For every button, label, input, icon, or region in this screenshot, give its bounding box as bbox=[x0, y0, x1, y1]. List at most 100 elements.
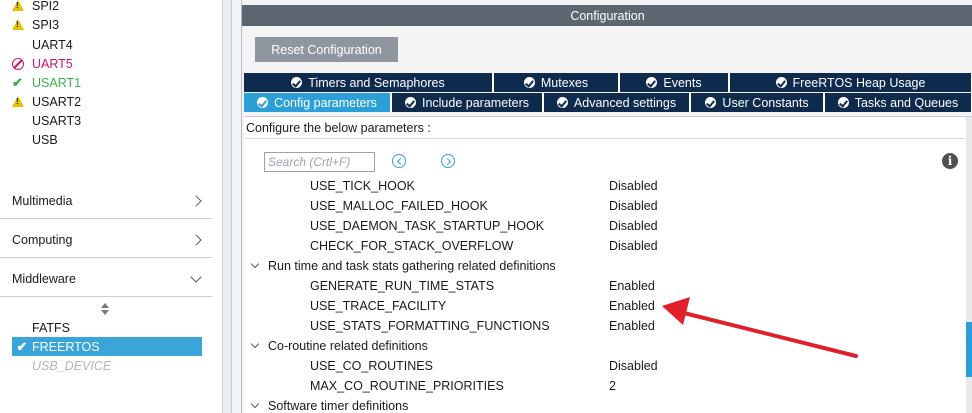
chevron-down-icon bbox=[190, 270, 202, 283]
parameter-name: USE_DAEMON_TASK_STARTUP_HOOK bbox=[310, 219, 545, 233]
info-icon[interactable]: i bbox=[942, 153, 958, 169]
reset-configuration-button[interactable]: Reset Configuration bbox=[255, 37, 398, 62]
peripheral-item[interactable]: SPI2 bbox=[0, 0, 212, 15]
tab-label: Include parameters bbox=[421, 95, 529, 110]
peripheral-item[interactable]: USART2 bbox=[0, 92, 212, 111]
chevron-down-icon[interactable] bbox=[250, 339, 260, 349]
peripheral-label: USART1 bbox=[32, 75, 82, 90]
tab-timers-and-semaphores[interactable]: Timers and Semaphores bbox=[244, 73, 494, 92]
status-icon bbox=[0, 0, 32, 11]
tab-freertos-heap-usage[interactable]: FreeRTOS Heap Usage bbox=[730, 73, 972, 92]
parameter-value[interactable]: Disabled bbox=[609, 239, 658, 253]
group-label: Co-routine related definitions bbox=[268, 339, 428, 353]
parameter-value[interactable]: Disabled bbox=[609, 179, 658, 193]
tab-events[interactable]: Events bbox=[620, 73, 730, 92]
peripheral-item[interactable]: ✔ USART1 bbox=[0, 73, 212, 92]
category-middleware[interactable]: Middleware bbox=[0, 261, 212, 297]
peripheral-label: USB bbox=[32, 132, 58, 147]
parameter-value[interactable]: Disabled bbox=[609, 219, 658, 233]
parameter-row[interactable]: USE_DAEMON_TASK_STARTUP_HOOK Disabled bbox=[244, 216, 966, 236]
peripheral-item[interactable]: USB bbox=[0, 130, 212, 149]
peripheral-item[interactable]: UART5 bbox=[0, 54, 212, 73]
parameter-row[interactable]: USE_TRACE_FACILITY Enabled bbox=[244, 296, 966, 316]
category-label: Computing bbox=[12, 232, 73, 247]
tab-tasks-and-queues[interactable]: Tasks and Queues bbox=[825, 93, 972, 112]
tab-label: Mutexes bbox=[540, 75, 589, 90]
peripheral-item[interactable]: UART4 bbox=[0, 35, 212, 54]
parameter-row[interactable]: USE_CO_ROUTINES Disabled bbox=[244, 356, 966, 376]
parameter-value[interactable]: Enabled bbox=[609, 279, 655, 293]
status-icon bbox=[0, 19, 32, 30]
middleware-label: USB_DEVICE bbox=[32, 358, 112, 373]
category-label: Middleware bbox=[12, 271, 76, 286]
tab-label: Timers and Semaphores bbox=[308, 75, 445, 90]
sort-icon[interactable] bbox=[100, 303, 110, 317]
left-panel: SPI2 SPI3 UART4 UART5 ✔ USART1 USART2 USART3 USB… bbox=[0, 0, 222, 413]
category-multimedia[interactable]: Multimedia bbox=[0, 183, 212, 219]
configuration-header: Configuration bbox=[242, 5, 972, 26]
warning-icon bbox=[12, 0, 24, 11]
check-circle-icon bbox=[705, 97, 717, 108]
check-circle-icon bbox=[646, 77, 658, 88]
group-row[interactable]: Co-routine related definitions bbox=[244, 336, 966, 356]
parameter-row[interactable]: USE_STATS_FORMATTING_FUNCTIONS Enabled bbox=[244, 316, 966, 336]
parameter-value[interactable]: Enabled bbox=[609, 299, 655, 313]
search-input[interactable] bbox=[264, 152, 375, 172]
group-label: Software timer definitions bbox=[268, 399, 409, 413]
search-next-icon[interactable] bbox=[441, 154, 455, 168]
tab-label: Events bbox=[663, 75, 702, 90]
parameter-value[interactable]: 2 bbox=[609, 379, 616, 393]
scrollbar-thumb[interactable] bbox=[966, 322, 972, 377]
tab-user-constants[interactable]: User Constants bbox=[691, 93, 825, 112]
chevron-right-icon bbox=[190, 233, 202, 246]
parameter-name: USE_TICK_HOOK bbox=[310, 179, 415, 193]
parameter-value[interactable]: Enabled bbox=[609, 319, 655, 333]
parameter-value[interactable]: Disabled bbox=[609, 359, 658, 373]
group-row[interactable]: Software timer definitions bbox=[244, 396, 966, 413]
configuration-panel: Configuration Reset Configuration Timers… bbox=[241, 0, 972, 413]
check-circle-icon bbox=[291, 77, 303, 88]
tab-label: User Constants bbox=[722, 95, 809, 110]
status-icon: ✔ bbox=[0, 76, 32, 89]
tab-config-parameters[interactable]: Config parameters bbox=[244, 93, 392, 112]
parameter-row[interactable]: USE_TICK_HOOK Disabled bbox=[244, 176, 966, 196]
tab-advanced-settings[interactable]: Advanced settings bbox=[544, 93, 691, 112]
parameter-row[interactable]: GENERATE_RUN_TIME_STATS Enabled bbox=[244, 276, 966, 296]
middleware-item: USB_DEVICE bbox=[12, 356, 202, 375]
warning-icon bbox=[12, 19, 24, 30]
tab-label: Tasks and Queues bbox=[854, 95, 959, 110]
peripheral-item[interactable]: USART3 bbox=[0, 111, 212, 130]
middleware-item[interactable]: ✔ FREERTOS bbox=[12, 337, 202, 356]
chevron-down-icon[interactable] bbox=[250, 259, 260, 269]
middleware-item[interactable]: FATFS bbox=[12, 318, 202, 337]
parameter-name: USE_CO_ROUTINES bbox=[310, 359, 433, 373]
tab-label: Advanced settings bbox=[573, 95, 677, 110]
chevron-down-icon[interactable] bbox=[250, 399, 260, 409]
parameter-row[interactable]: USE_MALLOC_FAILED_HOOK Disabled bbox=[244, 196, 966, 216]
tab-include-parameters[interactable]: Include parameters bbox=[392, 93, 544, 112]
status-icon bbox=[0, 96, 32, 107]
search-previous-icon[interactable] bbox=[392, 154, 406, 168]
group-row[interactable]: Run time and task stats gathering relate… bbox=[244, 256, 966, 276]
parameter-name: MAX_CO_ROUTINE_PRIORITIES bbox=[310, 379, 504, 393]
parameter-name: USE_MALLOC_FAILED_HOOK bbox=[310, 199, 488, 213]
parameter-value[interactable]: Disabled bbox=[609, 199, 658, 213]
status-icon bbox=[0, 57, 32, 70]
check-circle-icon bbox=[837, 97, 849, 108]
warning-icon bbox=[12, 96, 24, 107]
middleware-label: FREERTOS bbox=[32, 339, 100, 354]
parameter-row[interactable]: MAX_CO_ROUTINE_PRIORITIES 2 bbox=[244, 376, 966, 396]
tab-mutexes[interactable]: Mutexes bbox=[494, 73, 620, 92]
peripheral-label: SPI2 bbox=[32, 0, 60, 13]
check-circle-icon bbox=[523, 77, 535, 88]
panel-splitter[interactable] bbox=[222, 0, 231, 413]
tab-label: Config parameters bbox=[274, 95, 377, 110]
category-computing[interactable]: Computing bbox=[0, 222, 212, 258]
parameter-name: GENERATE_RUN_TIME_STATS bbox=[310, 279, 495, 293]
tab-label: FreeRTOS Heap Usage bbox=[792, 75, 926, 90]
peripheral-item[interactable]: SPI3 bbox=[0, 15, 212, 34]
check-circle-icon bbox=[556, 97, 568, 108]
peripheral-label: UART4 bbox=[32, 37, 73, 52]
parameter-row[interactable]: CHECK_FOR_STACK_OVERFLOW Disabled bbox=[244, 236, 966, 256]
panel-border bbox=[231, 0, 241, 413]
